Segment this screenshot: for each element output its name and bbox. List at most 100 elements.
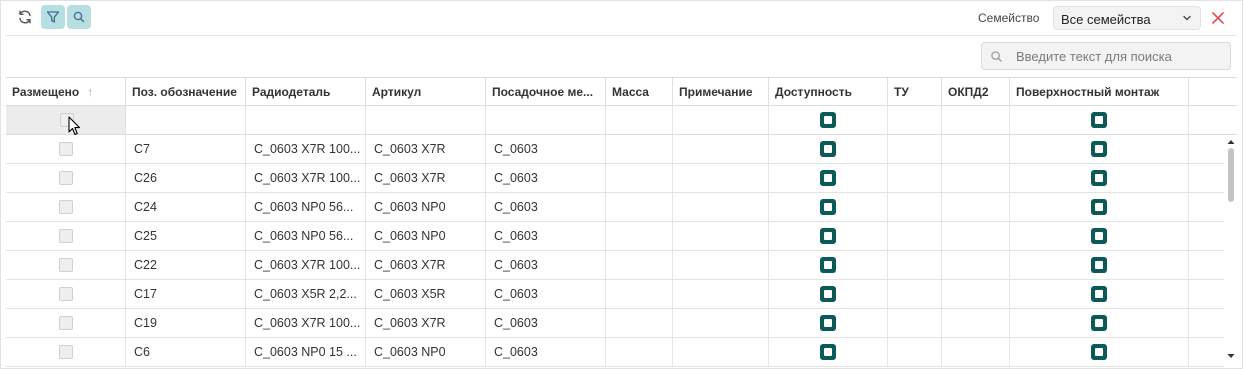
cell-article: C_0603 X7R	[374, 142, 446, 156]
cell-article: C_0603 X7R	[374, 171, 446, 185]
availability-checkbox[interactable]	[820, 344, 836, 360]
column-header-label: Размещено	[12, 85, 80, 99]
column-divider	[672, 106, 673, 134]
family-select[interactable]: Все семейства	[1053, 6, 1201, 30]
smd-checkbox[interactable]	[1091, 286, 1107, 302]
filter-availability-checkbox[interactable]	[820, 112, 836, 128]
cell-pos: C6	[134, 345, 150, 359]
scroll-down-arrow-icon[interactable]	[1227, 352, 1235, 360]
column-header-part[interactable]: Радиодеталь	[246, 78, 366, 106]
smd-checkbox[interactable]	[1091, 344, 1107, 360]
column-header-note[interactable]: Примечание	[673, 78, 769, 106]
smd-checkbox[interactable]	[1091, 199, 1107, 215]
placed-checkbox[interactable]	[59, 171, 73, 185]
availability-checkbox[interactable]	[820, 228, 836, 244]
column-header-tu[interactable]: ТУ	[888, 78, 942, 106]
scrollbar-thumb[interactable]	[1228, 148, 1234, 202]
column-header-placed[interactable]: Размещено ↑	[6, 78, 126, 106]
column-divider	[941, 135, 942, 163]
column-header-okpd2[interactable]: ОКПД2	[942, 78, 1010, 106]
table-header: Размещено ↑ Поз. обозначение Радиодеталь …	[6, 77, 1237, 106]
placed-checkbox[interactable]	[59, 200, 73, 214]
column-divider	[941, 280, 942, 308]
smd-checkbox[interactable]	[1091, 170, 1107, 186]
table-row[interactable]: C24 C_0603 NP0 56... C_0603 NP0 C_0603	[6, 193, 1224, 222]
column-divider	[768, 222, 769, 250]
table-row[interactable]: C22 C_0603 X7R 100... C_0603 X7R C_0603	[6, 251, 1224, 280]
cell-footprint: C_0603	[494, 258, 538, 272]
availability-checkbox[interactable]	[820, 199, 836, 215]
cell-part: C_0603 X5R 2,2...	[254, 287, 357, 301]
column-divider	[768, 135, 769, 163]
cell-pos: C24	[134, 200, 157, 214]
family-select-value: Все семейства	[1061, 12, 1151, 27]
search-input[interactable]	[1016, 47, 1221, 65]
column-divider	[1188, 338, 1189, 366]
search-toggle-button[interactable]	[67, 5, 91, 29]
refresh-button[interactable]	[13, 5, 37, 29]
placed-checkbox[interactable]	[59, 142, 73, 156]
cell-article: C_0603 X5R	[374, 287, 446, 301]
smd-checkbox[interactable]	[1091, 257, 1107, 273]
column-divider	[672, 164, 673, 192]
column-divider	[768, 338, 769, 366]
table-row[interactable]: C25 C_0603 NP0 56... C_0603 NP0 C_0603	[6, 222, 1224, 251]
availability-checkbox[interactable]	[820, 170, 836, 186]
table-row[interactable]: C17 C_0603 X5R 2,2... C_0603 X5R C_0603	[6, 280, 1224, 309]
close-icon[interactable]	[1210, 10, 1226, 26]
column-header-availability[interactable]: Доступность	[769, 78, 888, 106]
table-row[interactable]: C26 C_0603 X7R 100... C_0603 X7R C_0603	[6, 164, 1224, 193]
column-divider	[941, 251, 942, 279]
column-divider	[887, 164, 888, 192]
placed-checkbox[interactable]	[59, 316, 73, 330]
smd-checkbox[interactable]	[1091, 228, 1107, 244]
placed-checkbox[interactable]	[59, 345, 73, 359]
column-divider	[365, 106, 366, 134]
placed-checkbox[interactable]	[59, 287, 73, 301]
column-divider	[672, 251, 673, 279]
column-header-mass[interactable]: Масса	[606, 78, 673, 106]
filter-toggle-button[interactable]	[41, 5, 65, 29]
search-icon	[73, 11, 85, 23]
column-header-article[interactable]: Артикул	[366, 78, 486, 106]
placed-checkbox[interactable]	[59, 258, 73, 272]
sort-arrow-icon: ↑	[87, 85, 94, 99]
availability-checkbox[interactable]	[820, 286, 836, 302]
column-divider	[1188, 106, 1189, 134]
column-header-pos[interactable]: Поз. обозначение	[126, 78, 246, 106]
placed-checkbox[interactable]	[59, 229, 73, 243]
scroll-up-arrow-icon[interactable]	[1227, 138, 1235, 146]
column-header-smd[interactable]: Поверхностный монтаж	[1010, 78, 1189, 106]
cell-footprint: C_0603	[494, 229, 538, 243]
column-divider	[1188, 222, 1189, 250]
search-box[interactable]	[981, 42, 1231, 70]
availability-checkbox[interactable]	[820, 141, 836, 157]
components-table: Размещено ↑ Поз. обозначение Радиодеталь …	[6, 77, 1237, 367]
cell-pos: C19	[134, 316, 157, 330]
availability-checkbox[interactable]	[820, 257, 836, 273]
column-divider	[887, 106, 888, 134]
column-header-footprint[interactable]: Посадочное ме...	[486, 78, 606, 106]
column-divider	[1188, 251, 1189, 279]
table-row[interactable]: C6 C_0603 NP0 15 ... C_0603 NP0 C_0603	[6, 338, 1224, 367]
availability-checkbox[interactable]	[820, 315, 836, 331]
table-row[interactable]: C7 C_0603 X7R 100... C_0603 X7R C_0603	[6, 135, 1224, 164]
smd-checkbox[interactable]	[1091, 315, 1107, 331]
column-divider	[941, 222, 942, 250]
column-divider	[768, 106, 769, 134]
filter-smd-checkbox[interactable]	[1091, 112, 1107, 128]
column-divider	[887, 222, 888, 250]
column-divider	[672, 338, 673, 366]
smd-checkbox[interactable]	[1091, 141, 1107, 157]
column-divider	[1009, 309, 1010, 337]
table-row[interactable]: C19 C_0603 X7R 100... C_0603 X7R C_0603	[6, 309, 1224, 338]
cell-article: C_0603 NP0	[374, 345, 446, 359]
cell-part: C_0603 X7R 100...	[254, 171, 361, 185]
column-divider	[245, 106, 246, 134]
column-divider	[605, 338, 606, 366]
column-divider	[672, 280, 673, 308]
cell-footprint: C_0603	[494, 200, 538, 214]
column-divider	[1009, 222, 1010, 250]
column-divider	[1188, 135, 1189, 163]
column-divider	[605, 193, 606, 221]
